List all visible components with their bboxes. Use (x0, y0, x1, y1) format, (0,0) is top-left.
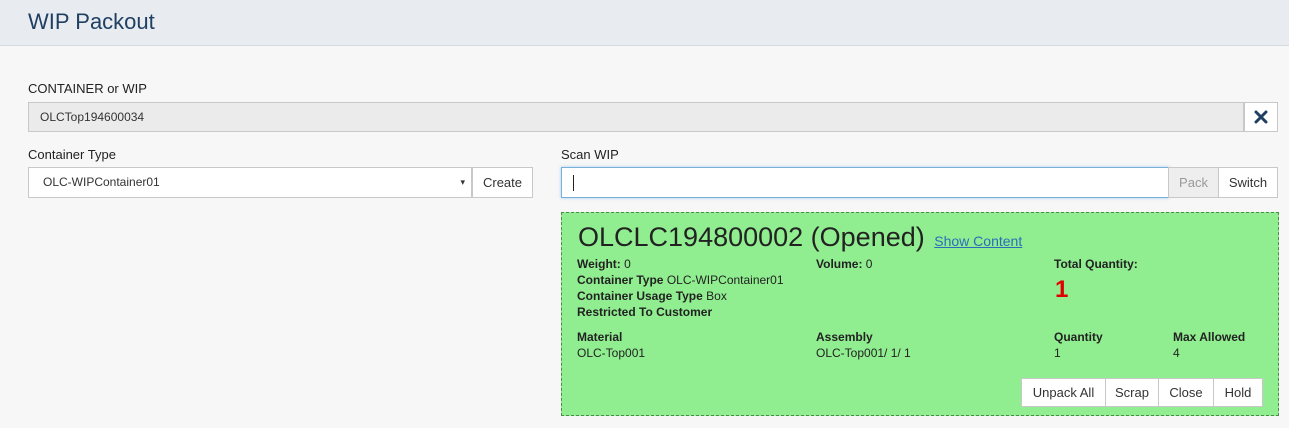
show-content-link[interactable]: Show Content (934, 233, 1022, 249)
container-type-value: OLC-WIPContainer01 (43, 175, 160, 189)
hold-button[interactable]: Hold (1213, 378, 1263, 407)
container-type-select[interactable]: OLC-WIPContainer01 ▾ (28, 167, 472, 198)
volume-row: Volume: 0 (816, 257, 872, 271)
container-panel: OLCLC194800002 (Opened) Show Content Wei… (561, 212, 1279, 416)
scrap-button[interactable]: Scrap (1105, 378, 1159, 407)
container-type-label: Container Type (577, 273, 664, 287)
unpack-all-button[interactable]: Unpack All (1021, 378, 1106, 407)
total-quantity-label: Total Quantity: (1054, 257, 1138, 271)
total-quantity-value: 1 (1055, 276, 1069, 303)
max-allowed-header: Max Allowed (1173, 330, 1245, 344)
pack-button[interactable]: Pack (1168, 167, 1219, 198)
weight-row: Weight: 0 (577, 257, 631, 271)
container-type-row: Container Type OLC-WIPContainer01 (577, 273, 784, 287)
page-title: WIP Packout (28, 9, 155, 34)
chevron-down-icon: ▾ (460, 177, 465, 187)
scan-wip-input[interactable] (561, 167, 1169, 198)
container-or-wip-label: CONTAINER or WIP (28, 81, 147, 96)
page-header: WIP Packout (0, 0, 1289, 46)
material-header-text: Material (577, 330, 623, 344)
assembly-header-text: Assembly (816, 330, 873, 344)
usage-type-label: Container Usage Type (577, 289, 703, 303)
switch-button[interactable]: Switch (1218, 167, 1278, 198)
quantity-header: Quantity (1054, 330, 1103, 344)
restricted-row: Restricted To Customer (577, 305, 712, 319)
usage-type-value: Box (706, 289, 727, 303)
weight-label: Weight: (577, 257, 621, 271)
container-type-value: OLC-WIPContainer01 (666, 273, 784, 287)
max-allowed-value: 4 (1173, 346, 1180, 360)
container-title: OLCLC194800002 (Opened) Show Content (578, 222, 1022, 253)
close-x-icon (1254, 110, 1268, 124)
close-button[interactable]: Close (1158, 378, 1214, 407)
volume-label: Volume: (816, 257, 863, 271)
weight-value: 0 (624, 257, 631, 271)
total-quantity-row: Total Quantity: (1054, 257, 1138, 271)
usage-type-row: Container Usage Type Box (577, 289, 727, 303)
material-value: OLC-Top001 (577, 346, 646, 360)
volume-value: 0 (865, 257, 873, 271)
quantity-value: 1 (1054, 346, 1061, 360)
clear-button[interactable] (1244, 102, 1278, 132)
create-button[interactable]: Create (472, 167, 533, 198)
material-header: Material (577, 330, 622, 344)
restricted-label: Restricted To Customer (577, 305, 713, 319)
container-or-wip-field[interactable]: OLCTop194600034 (28, 102, 1244, 132)
container-actions: Unpack All Scrap Close Hold (1021, 378, 1263, 407)
quantity-header-text: Quantity (1054, 330, 1103, 344)
scan-wip-label: Scan WIP (561, 147, 619, 162)
max-allowed-header-text: Max Allowed (1173, 330, 1246, 344)
assembly-value: OLC-Top001/ 1/ 1 (816, 346, 911, 360)
text-cursor (573, 175, 574, 191)
assembly-header: Assembly (816, 330, 873, 344)
container-id: OLCLC194800002 (Opened) (578, 222, 925, 252)
container-type-label: Container Type (28, 147, 116, 162)
